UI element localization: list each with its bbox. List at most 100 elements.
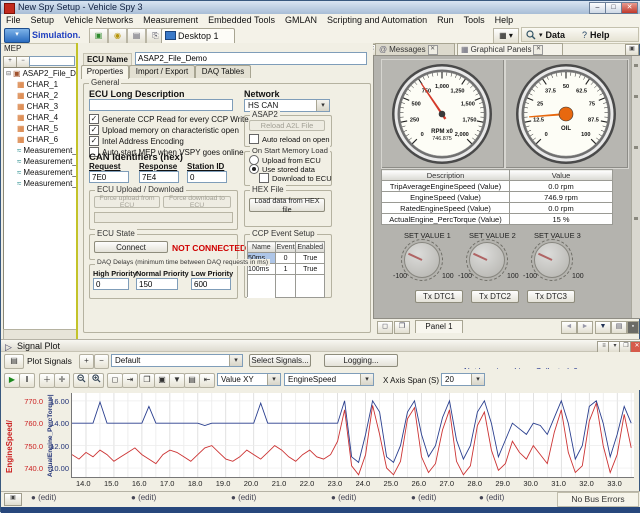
checkbox-download-to-ecu[interactable]: Download to ECU bbox=[259, 173, 332, 183]
force-upload-button[interactable]: Force upload from ECU bbox=[94, 196, 160, 208]
tab-graphical-panels[interactable]: ▦ Graphical Panels ✕ bbox=[457, 43, 563, 55]
tree-expand-icon[interactable]: ⊟ bbox=[6, 70, 11, 77]
panel-scrollbar[interactable] bbox=[631, 56, 640, 318]
signal-plot-canvas[interactable] bbox=[71, 393, 634, 478]
menu-item-vehicle-networks[interactable]: Vehicle Networks bbox=[59, 15, 138, 25]
go-online-button[interactable]: ▣ bbox=[89, 28, 108, 44]
close-button[interactable]: ✕ bbox=[621, 2, 638, 14]
set-value-1-knob[interactable] bbox=[404, 242, 440, 278]
status-edit-cell[interactable]: ● (edit) bbox=[131, 493, 156, 502]
request-input[interactable] bbox=[89, 171, 129, 183]
checkbox-upload-memory[interactable]: Upload memory on characteristic open bbox=[89, 125, 239, 135]
tree-item-measurement-3[interactable]: ≈Measurement_3 bbox=[4, 167, 76, 178]
oil-gauge[interactable]: 012.52537.55062.57587.5100OIL bbox=[514, 62, 618, 166]
print-panel-button[interactable]: ▤ bbox=[611, 321, 627, 334]
snap-cursor-button[interactable]: ✛ bbox=[54, 373, 70, 388]
status-edit-cell[interactable]: ● (edit) bbox=[331, 493, 356, 502]
menu-item-help[interactable]: Help bbox=[490, 15, 519, 25]
menu-item-run[interactable]: Run bbox=[432, 15, 459, 25]
expand-x-button[interactable]: ⇤ bbox=[199, 373, 215, 388]
copy-button[interactable]: ▣ bbox=[154, 373, 170, 388]
tree-item-char-1[interactable]: ▦CHAR_1 bbox=[4, 79, 76, 90]
print-chart-button[interactable]: ▤ bbox=[184, 373, 200, 388]
properties-button[interactable]: ❐ bbox=[139, 373, 155, 388]
cursor-button[interactable]: ＋ bbox=[39, 373, 55, 388]
checkbox-icon[interactable] bbox=[89, 125, 99, 135]
zoom-in-button[interactable] bbox=[88, 373, 104, 388]
checkbox-icon[interactable] bbox=[89, 136, 99, 146]
panel-select-button[interactable]: ◻ bbox=[377, 321, 393, 334]
prev-panel-button[interactable]: ◄ bbox=[561, 321, 577, 334]
checkbox-ccp-read[interactable]: Generate CCP Read for every CCP Write bbox=[89, 114, 249, 124]
menu-item-tools[interactable]: Tools bbox=[459, 15, 490, 25]
tree-item-char-3[interactable]: ▦CHAR_3 bbox=[4, 101, 76, 112]
status-edit-cell[interactable]: ● (edit) bbox=[411, 493, 436, 502]
menu-item-gmlan[interactable]: GMLAN bbox=[280, 15, 322, 25]
logging-button[interactable]: Logging... bbox=[324, 354, 398, 367]
minimize-button[interactable]: – bbox=[589, 2, 606, 14]
checkbox-icon[interactable] bbox=[89, 114, 99, 124]
capture-camera-button[interactable]: ▣ bbox=[4, 493, 22, 506]
tree-item-measurement-4[interactable]: ≈Measurement_4 bbox=[4, 178, 76, 189]
tab-messages[interactable]: @ Messages ✕ bbox=[375, 43, 455, 55]
tab-messages-close-icon[interactable]: ✕ bbox=[428, 45, 438, 55]
panel-popup-button[interactable]: ❐ bbox=[394, 321, 410, 334]
rpm-gauge[interactable]: 02505007501,0001,2501,5001,7502,000RPM x… bbox=[390, 62, 494, 166]
tree-item-char-5[interactable]: ▦CHAR_5 bbox=[4, 123, 76, 134]
menu-item-setup[interactable]: Setup bbox=[26, 15, 60, 25]
ecu-name-input[interactable] bbox=[135, 52, 367, 65]
preset-combobox[interactable]: Default bbox=[111, 354, 243, 367]
ecu-long-description-input[interactable] bbox=[89, 99, 233, 111]
fit-view-button[interactable]: ◻ bbox=[107, 373, 123, 388]
tree-item-measurement-2[interactable]: ≈Measurement_2 bbox=[4, 156, 76, 167]
add-preset-button[interactable]: + bbox=[79, 354, 94, 369]
data-dropdown-caret[interactable]: ▾ bbox=[539, 31, 543, 39]
help-label[interactable]: Help bbox=[590, 30, 610, 40]
response-input[interactable] bbox=[139, 171, 179, 183]
load-hex-button[interactable]: Load data from HEX file bbox=[249, 198, 325, 212]
station-id-input[interactable] bbox=[187, 171, 227, 183]
tx-dtc3-button[interactable]: Tx DTC3 bbox=[527, 290, 575, 303]
zoom-out-button[interactable] bbox=[73, 373, 89, 388]
simulation-mode-button[interactable]: ▾ bbox=[4, 28, 30, 43]
radio-icon[interactable] bbox=[249, 164, 259, 174]
force-download-button[interactable]: Force download to ECU bbox=[163, 196, 231, 208]
tree-root-asap2-file-demo[interactable]: ⊟ ▣ ASAP2_File_Demo bbox=[4, 68, 76, 79]
tab-graphical-panels-close-icon[interactable]: ✕ bbox=[533, 45, 543, 55]
play-button[interactable]: ▶ bbox=[4, 373, 20, 388]
remove-preset-button[interactable]: − bbox=[94, 354, 109, 369]
checkbox-icon[interactable] bbox=[259, 173, 269, 183]
tree-filter-input[interactable] bbox=[29, 56, 75, 66]
tree-item-char-4[interactable]: ▦CHAR_4 bbox=[4, 112, 76, 123]
tx-dtc1-button[interactable]: Tx DTC1 bbox=[415, 290, 463, 303]
menu-item-scripting[interactable]: Scripting and Automation bbox=[322, 15, 432, 25]
connect-button[interactable]: Connect bbox=[94, 241, 168, 253]
save-panel-button[interactable]: ▼ bbox=[595, 321, 611, 334]
title-bar[interactable]: New Spy Setup - Vehicle Spy 3 – □ ✕ bbox=[1, 1, 640, 15]
reload-a2l-button[interactable]: Reload A2L File bbox=[249, 120, 325, 131]
tab-panel-1[interactable]: Panel 1 bbox=[415, 320, 463, 333]
tab-daq-tables[interactable]: DAQ Tables bbox=[195, 65, 251, 78]
tab-properties[interactable]: Properties bbox=[81, 65, 129, 79]
checkbox-auto-reload[interactable]: Auto reload on open bbox=[249, 134, 330, 144]
print-plot-button[interactable]: ▤ bbox=[4, 354, 24, 369]
high-priority-input[interactable] bbox=[93, 278, 129, 290]
menu-item-embedded-tools[interactable]: Embedded Tools bbox=[203, 15, 280, 25]
normal-priority-input[interactable] bbox=[136, 278, 178, 290]
signal-plot-titlebar[interactable]: ▷ Signal Plot bbox=[1, 339, 640, 352]
plot-mode-combobox[interactable]: Value XY bbox=[217, 373, 281, 386]
pause-button[interactable]: ‖ bbox=[19, 373, 35, 388]
monitor-button[interactable]: ▤ bbox=[127, 28, 146, 44]
tree-item-measurement-1[interactable]: ≈Measurement_1 bbox=[4, 145, 76, 156]
status-edit-cell[interactable]: ● (edit) bbox=[231, 493, 256, 502]
status-edit-cell[interactable]: ● (edit) bbox=[479, 493, 504, 502]
menu-item-measurement[interactable]: Measurement bbox=[138, 15, 203, 25]
function-blocks-button[interactable]: ◉ bbox=[108, 28, 127, 44]
checkbox-intel-encoding[interactable]: Intel Address Encoding bbox=[89, 136, 184, 146]
tree-item-char-6[interactable]: ▦CHAR_6 bbox=[4, 134, 76, 145]
maximize-button[interactable]: □ bbox=[605, 2, 622, 14]
set-value-2-knob[interactable] bbox=[469, 242, 505, 278]
save-plot-button[interactable]: ▼ bbox=[169, 373, 185, 388]
menu-item-file[interactable]: File bbox=[1, 15, 26, 25]
checkbox-icon[interactable] bbox=[249, 134, 259, 144]
